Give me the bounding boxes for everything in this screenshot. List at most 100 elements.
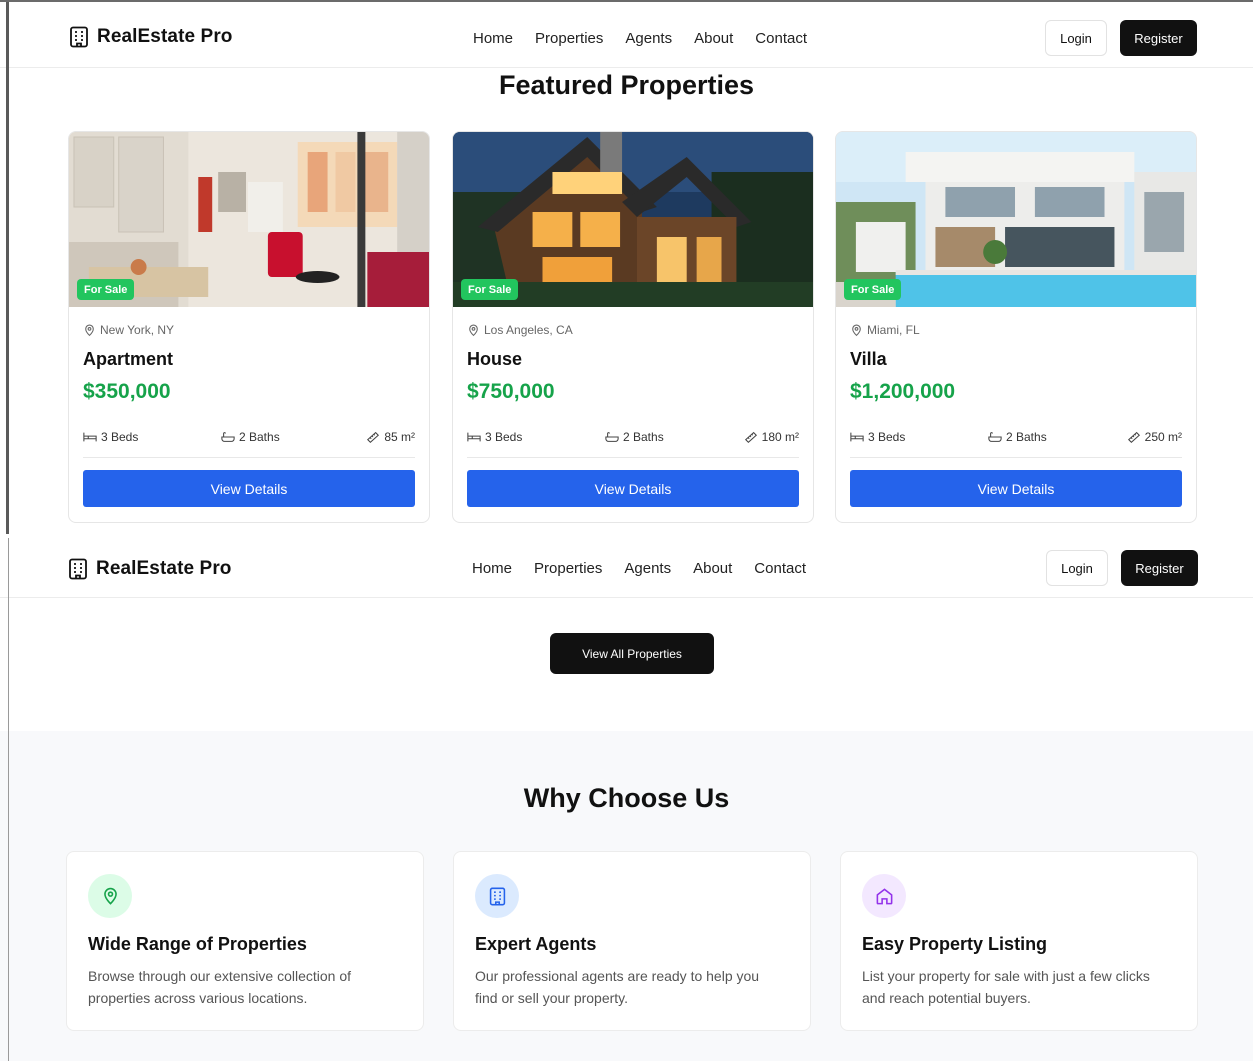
area-feature: 180 m²: [744, 430, 799, 444]
bed-icon: [850, 432, 864, 442]
main-nav: Home Properties Agents About Contact: [472, 560, 806, 577]
building-icon: [489, 887, 505, 905]
baths-feature: 2 Baths: [221, 430, 280, 444]
property-features: 3 Beds 2 Baths 180 m²: [467, 430, 799, 458]
property-location: New York, NY: [83, 323, 174, 337]
why-choose-us-section: Why Choose Us Wide Range of Properties B…: [0, 731, 1253, 1061]
area-feature: 85 m²: [366, 430, 415, 444]
feature-icon-wrap: [88, 874, 132, 918]
location-text: Los Angeles, CA: [484, 323, 573, 337]
view-details-button[interactable]: View Details: [850, 470, 1182, 507]
feature-title: Wide Range of Properties: [88, 934, 307, 954]
feature-icon-wrap: [862, 874, 906, 918]
home-icon: [876, 887, 892, 904]
baths-text: 2 Baths: [239, 430, 280, 444]
location-text: Miami, FL: [867, 323, 920, 337]
brand-name: RealEstate Pro: [97, 26, 233, 47]
property-location: Miami, FL: [850, 323, 920, 337]
why-title: Why Choose Us: [523, 783, 730, 813]
location-text: New York, NY: [100, 323, 175, 337]
property-card[interactable]: For Sale New York, NY Apartment $350,000…: [68, 131, 430, 523]
view-details-button[interactable]: View Details: [83, 470, 415, 507]
beds-text: 3 Beds: [101, 430, 139, 444]
property-price: $1,200,000: [850, 380, 956, 403]
property-features: 3 Beds 2 Baths 85 m²: [83, 430, 415, 458]
baths-feature: 2 Baths: [605, 430, 664, 444]
nav-about[interactable]: About: [694, 30, 733, 47]
nav-properties[interactable]: Properties: [534, 560, 602, 577]
beds-feature: 3 Beds: [83, 430, 138, 444]
area-text: 250 m²: [1144, 430, 1182, 444]
window-edge: [6, 2, 9, 534]
map-pin-icon: [85, 324, 94, 336]
beds-feature: 3 Beds: [467, 430, 522, 444]
property-type: Villa: [850, 349, 887, 369]
property-price: $750,000: [467, 380, 555, 403]
nav-home[interactable]: Home: [473, 30, 513, 47]
register-button[interactable]: Register: [1121, 550, 1198, 586]
property-type: House: [467, 349, 523, 369]
property-type: Apartment: [83, 349, 174, 369]
property-features: 3 Beds 2 Baths 250 m²: [850, 430, 1182, 458]
view-all-properties-button[interactable]: View All Properties: [550, 633, 714, 674]
property-card[interactable]: For Sale Miami, FL Villa $1,200,000 3 Be…: [835, 131, 1197, 523]
baths-feature: 2 Baths: [988, 430, 1047, 444]
map-pin-icon: [469, 324, 478, 336]
feature-description: List your property for sale with just a …: [862, 968, 1150, 1006]
ruler-icon: [1127, 431, 1140, 443]
site-header: RealEstate Pro Home Properties Agents Ab…: [0, 2, 1253, 68]
property-price: $350,000: [83, 380, 171, 403]
register-button[interactable]: Register: [1120, 20, 1197, 56]
area-text: 85 m²: [384, 430, 415, 444]
view-details-button[interactable]: View Details: [467, 470, 799, 507]
main-nav: Home Properties Agents About Contact: [473, 30, 807, 47]
window-edge: [8, 538, 9, 1061]
login-button[interactable]: Login: [1046, 550, 1108, 586]
screenshot-frame-top: RealEstate Pro Home Properties Agents Ab…: [0, 0, 1253, 534]
nav-home[interactable]: Home: [472, 560, 512, 577]
nav-about[interactable]: About: [693, 560, 732, 577]
brand-name: RealEstate Pro: [96, 558, 232, 579]
bath-icon: [221, 432, 235, 442]
ruler-icon: [367, 431, 380, 443]
nav-contact[interactable]: Contact: [754, 560, 806, 577]
for-sale-badge: For Sale: [77, 279, 135, 300]
nav-agents[interactable]: Agents: [625, 30, 672, 47]
map-pin-icon: [103, 887, 117, 905]
nav-properties[interactable]: Properties: [535, 30, 603, 47]
feature-description: Our professional agents are ready to hel…: [475, 968, 760, 1006]
feature-title: Expert Agents: [475, 934, 597, 954]
baths-text: 2 Baths: [623, 430, 664, 444]
feature-card: Wide Range of Properties Browse through …: [66, 851, 424, 1031]
bath-icon: [605, 432, 619, 442]
beds-text: 3 Beds: [868, 430, 906, 444]
feature-card: Easy Property Listing List your property…: [840, 851, 1198, 1031]
feature-description: Browse through our extensive collection …: [88, 968, 352, 1006]
area-feature: 250 m²: [1127, 430, 1182, 444]
map-pin-icon: [852, 324, 861, 336]
building-icon: [69, 558, 87, 580]
beds-text: 3 Beds: [485, 430, 523, 444]
area-text: 180 m²: [761, 430, 799, 444]
login-button[interactable]: Login: [1045, 20, 1107, 56]
brand-logo[interactable]: RealEstate Pro: [69, 26, 233, 48]
site-header: RealEstate Pro Home Properties Agents Ab…: [0, 538, 1253, 598]
property-card[interactable]: For Sale Los Angeles, CA House $750,000 …: [452, 131, 814, 523]
beds-feature: 3 Beds: [850, 430, 905, 444]
building-icon: [70, 26, 88, 48]
feature-icon-wrap: [475, 874, 519, 918]
nav-agents[interactable]: Agents: [624, 560, 671, 577]
feature-title: Easy Property Listing: [862, 934, 1048, 954]
brand-logo[interactable]: RealEstate Pro: [68, 558, 232, 580]
for-sale-badge: For Sale: [844, 279, 902, 300]
featured-title: Featured Properties: [498, 70, 755, 100]
ruler-icon: [744, 431, 757, 443]
for-sale-badge: For Sale: [461, 279, 519, 300]
baths-text: 2 Baths: [1006, 430, 1047, 444]
property-location: Los Angeles, CA: [467, 323, 573, 337]
bath-icon: [988, 432, 1002, 442]
bed-icon: [467, 432, 481, 442]
nav-contact[interactable]: Contact: [755, 30, 807, 47]
feature-card: Expert Agents Our professional agents ar…: [453, 851, 811, 1031]
screenshot-frame-bottom: RealEstate Pro Home Properties Agents Ab…: [0, 538, 1253, 1061]
